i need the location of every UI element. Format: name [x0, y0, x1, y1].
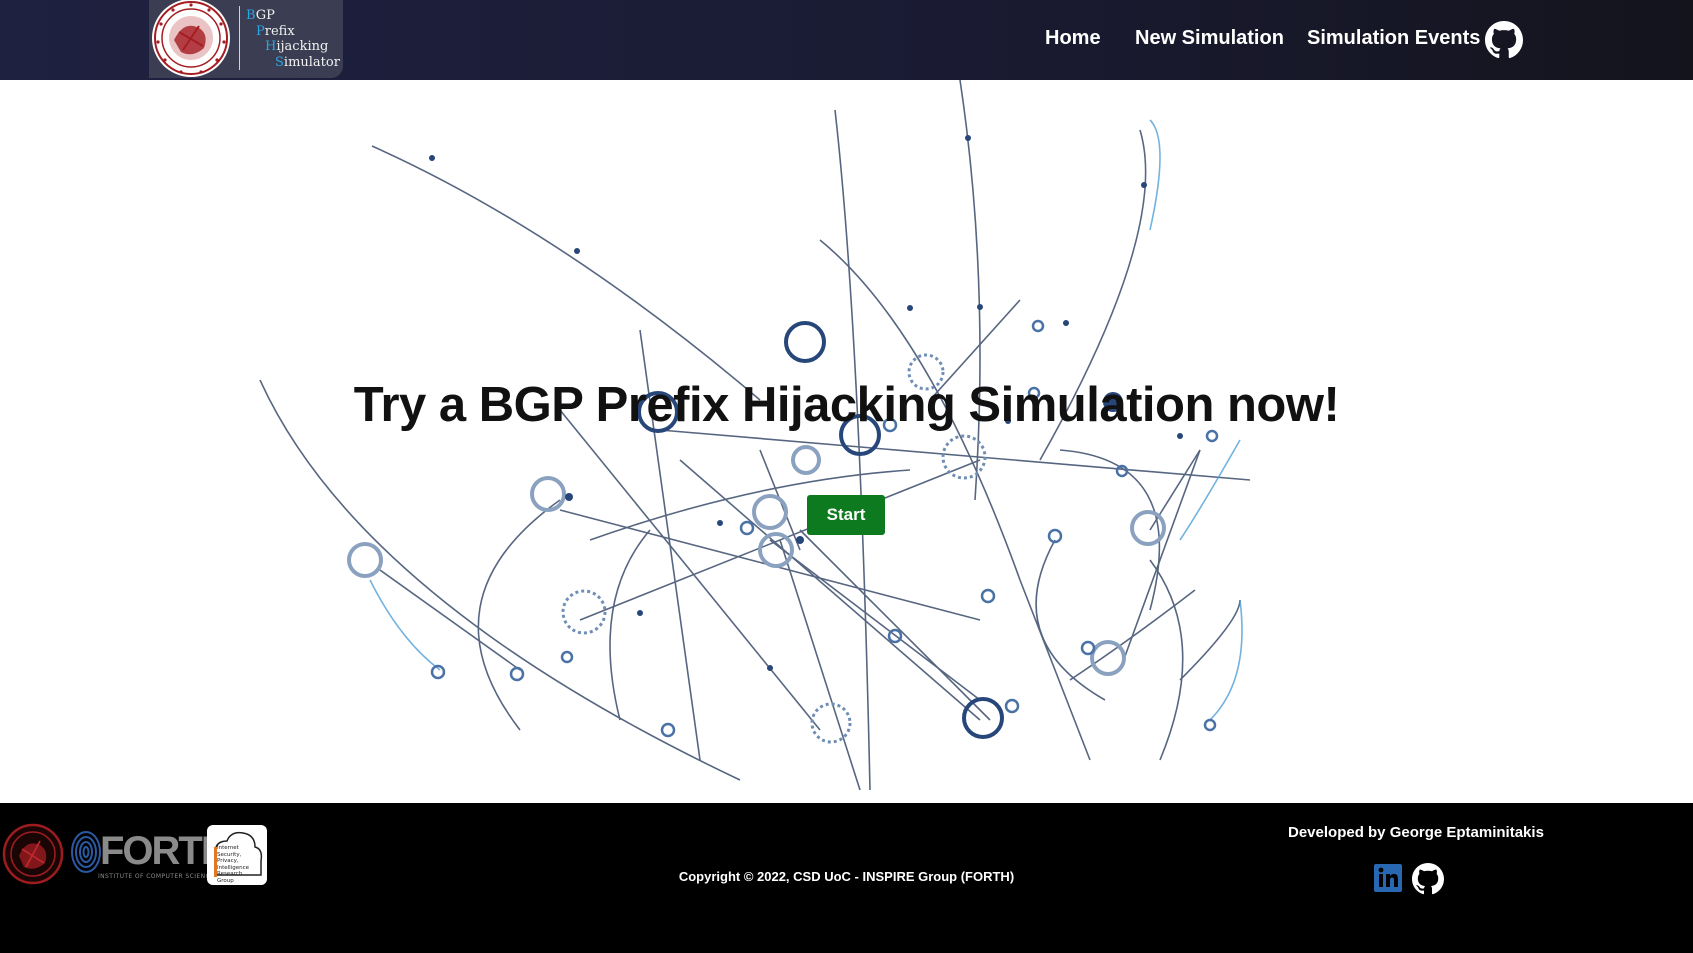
nav-new-simulation-link[interactable]: New Simulation — [1135, 27, 1284, 50]
brand-word: imulator — [283, 54, 340, 70]
brand-word: GP — [255, 8, 275, 23]
footer: FORTH INSTITUTE OF COMPUTER SCIENCE Inte… — [0, 803, 1693, 953]
hero-section: Try a BGP Prefix Hijacking Simulation no… — [0, 80, 1693, 803]
nav-simulation-events-link[interactable]: Simulation Events — [1307, 27, 1480, 50]
brand-word: refix — [264, 23, 295, 39]
brand-cap: S — [275, 54, 284, 70]
footer-github-icon[interactable] — [1412, 863, 1444, 895]
brand-cap: B — [246, 8, 256, 23]
top-navbar: BGP Prefix Hijacking Simulator Home New … — [0, 0, 1693, 80]
brand-divider — [239, 6, 240, 70]
brand-cap: P — [256, 23, 265, 39]
github-icon[interactable] — [1485, 21, 1523, 59]
linkedin-icon[interactable] — [1374, 863, 1404, 895]
hero-title: Try a BGP Prefix Hijacking Simulation no… — [353, 378, 1340, 432]
network-background-illustration — [259, 80, 1251, 791]
brand-wordmark: BGP Prefix Hijacking Simulator — [246, 8, 340, 70]
brand-word: ijacking — [276, 39, 329, 54]
uoc-seal-icon — [149, 0, 233, 78]
brand-cap: H — [265, 39, 277, 54]
start-button[interactable]: Start — [807, 495, 885, 535]
developer-credit: Developed by George Eptaminitakis — [1288, 824, 1544, 841]
brand-logo[interactable]: BGP Prefix Hijacking Simulator — [149, 0, 343, 78]
nav-home-link[interactable]: Home — [1045, 27, 1101, 50]
